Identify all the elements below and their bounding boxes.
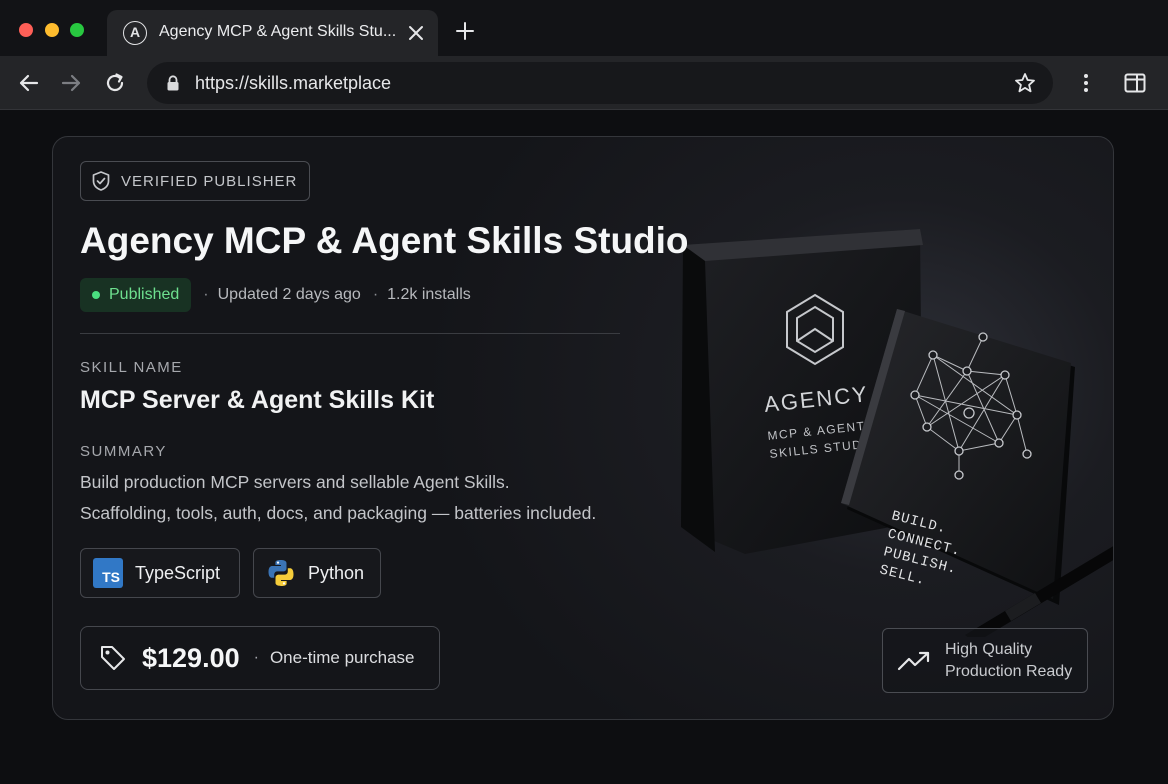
price-tag-icon <box>101 646 125 670</box>
url-text: https://skills.marketplace <box>195 73 392 93</box>
address-bar[interactable]: https://skills.marketplace <box>147 62 1053 104</box>
quality-text: High Quality Production Ready <box>945 639 1072 683</box>
tab-favicon-icon: A <box>123 21 147 45</box>
bookmark-star-icon[interactable] <box>1013 71 1037 95</box>
meta-separator: · <box>372 286 379 303</box>
trending-up-icon <box>897 651 930 670</box>
price-value: $129.00 <box>142 642 240 673</box>
window-close-button[interactable] <box>19 23 33 37</box>
language-tag-typescript[interactable]: TS TypeScript <box>80 548 240 598</box>
window-maximize-button[interactable] <box>70 23 84 37</box>
quality-line-2: Production Ready <box>945 662 1073 680</box>
close-tab-icon[interactable] <box>405 22 427 44</box>
divider <box>80 333 620 334</box>
shield-check-icon <box>92 171 110 191</box>
language-name: TypeScript <box>135 562 221 583</box>
updated-text: Updated 2 days ago <box>217 286 361 303</box>
summary-text-line-2: Scaffolding, tools, auth, docs, and pack… <box>80 503 597 523</box>
lock-icon <box>167 75 179 91</box>
language-tag-python[interactable]: Python <box>253 548 381 598</box>
status-text: Published <box>109 286 180 303</box>
more-menu-icon[interactable] <box>1073 70 1099 96</box>
forward-arrow-icon[interactable] <box>58 70 84 96</box>
back-arrow-icon[interactable] <box>16 70 42 96</box>
reload-icon[interactable] <box>102 70 128 96</box>
skill-name: MCP Server & Agent Skills Kit <box>80 386 435 414</box>
window-minimize-button[interactable] <box>45 23 59 37</box>
typescript-icon: TS <box>93 558 123 588</box>
status-dot-icon <box>92 291 100 299</box>
installs-count: 1.2k installs <box>387 286 471 303</box>
browser-toolbar: https://skills.marketplace <box>0 56 1168 110</box>
tab-title: Agency MCP & Agent Skills Stu... <box>159 23 397 40</box>
verified-publisher-label: VERIFIED PUBLISHER <box>121 172 298 190</box>
meta-separator: · <box>203 286 209 303</box>
quality-line-1: High Quality <box>945 640 1033 658</box>
listing-meta: Published · Updated 2 days ago · 1.2k in… <box>80 278 471 312</box>
side-panel-icon[interactable] <box>1122 70 1148 96</box>
product-box-image: AGENCY MCP & AGENT SKILLS STUDIO BUILD. … <box>681 229 1113 637</box>
browser-tab-active[interactable]: A Agency MCP & Agent Skills Stu... <box>107 10 438 56</box>
summary-label: SUMMARY <box>80 443 167 460</box>
page-content: AGENCY MCP & AGENT SKILLS STUDIO BUILD. … <box>0 110 1168 784</box>
python-icon <box>268 560 294 586</box>
summary-text-line-1: Build production MCP servers and sellabl… <box>80 472 510 492</box>
browser-tab-bar: A Agency MCP & Agent Skills Stu... <box>0 0 1168 56</box>
quality-badge: High Quality Production Ready <box>882 628 1088 693</box>
verified-publisher-badge: VERIFIED PUBLISHER <box>80 161 311 201</box>
language-name: Python <box>308 562 365 583</box>
listing-title: Agency MCP & Agent Skills Studio <box>80 220 689 261</box>
price-separator: · <box>253 649 259 666</box>
new-tab-icon[interactable] <box>454 20 476 42</box>
skill-name-label: SKILL NAME <box>80 359 183 376</box>
price-box[interactable]: $129.00 · One-time purchase <box>80 626 440 690</box>
status-badge: Published <box>80 278 192 312</box>
listing-card: AGENCY MCP & AGENT SKILLS STUDIO BUILD. … <box>52 136 1114 720</box>
purchase-type: One-time purchase <box>269 648 415 667</box>
